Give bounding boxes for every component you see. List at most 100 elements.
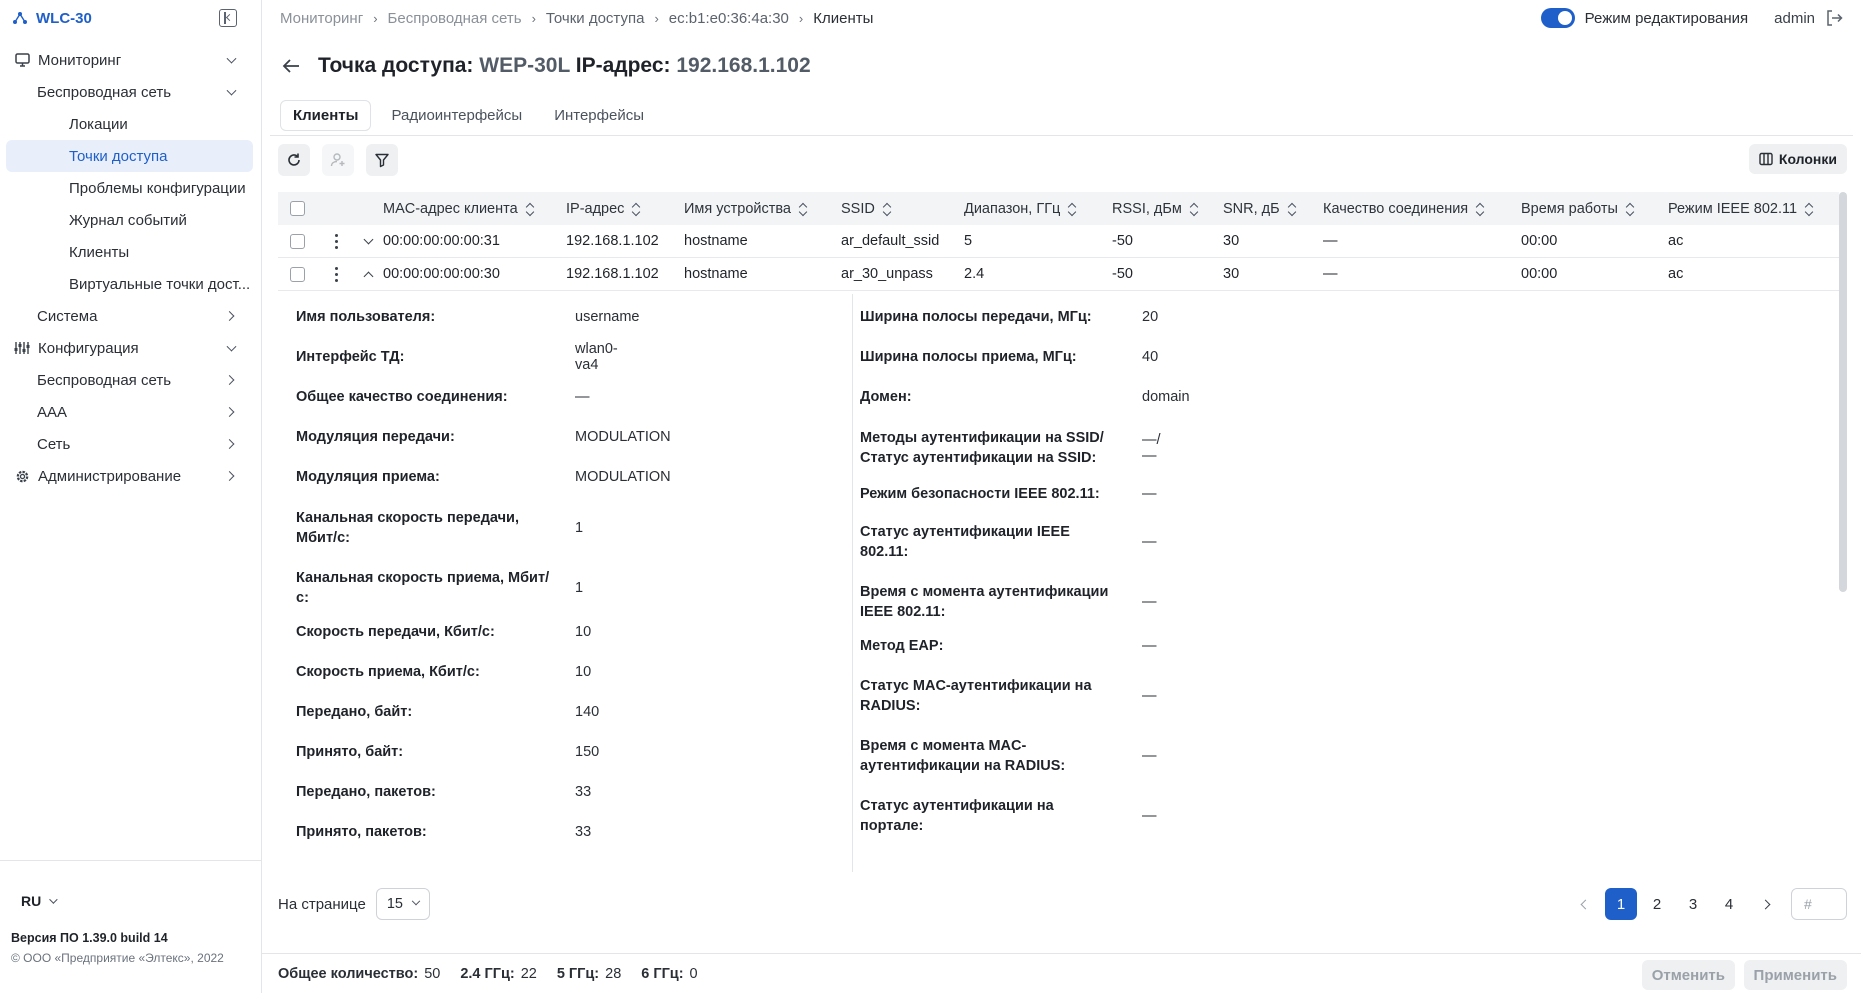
page-button-2[interactable]: 2 <box>1641 888 1673 920</box>
edit-mode-toggle[interactable] <box>1540 8 1575 28</box>
band-6-label: 6 ГГц: <box>641 965 684 982</box>
breadcrumb-ap-mac[interactable]: ec:b1:e0:36:4a:30 <box>669 10 789 27</box>
logout-icon[interactable] <box>1825 9 1843 27</box>
breadcrumb-monitoring[interactable]: Мониторинг <box>280 10 363 27</box>
detail-column-right: Ширина полосы передачи, МГц: 20 Ширина по… <box>860 294 1460 872</box>
apply-button[interactable]: Применить <box>1743 960 1847 990</box>
sidebar-item-administration[interactable]: Администрирование <box>6 460 253 492</box>
cancel-button[interactable]: Отменить <box>1641 960 1735 990</box>
header-mac[interactable]: MAC-адрес клиента <box>383 201 534 217</box>
breadcrumb-access-points[interactable]: Точки доступа <box>546 10 645 27</box>
collapse-sidebar-icon[interactable] <box>219 9 237 27</box>
row-checkbox[interactable] <box>290 234 305 249</box>
breadcrumb-wireless[interactable]: Беспроводная сеть <box>388 10 522 27</box>
gear-icon <box>14 468 30 484</box>
detail-label: Ширина полосы передачи, МГц: <box>860 309 1092 325</box>
user-menu[interactable]: admin <box>1774 9 1843 27</box>
header-uptime[interactable]: Время работы <box>1521 201 1634 217</box>
page-button-1[interactable]: 1 <box>1605 888 1637 920</box>
collapse-row-icon[interactable] <box>363 271 374 282</box>
row-menu-icon[interactable] <box>335 266 339 282</box>
cell-band: 5 <box>964 233 973 249</box>
refresh-button[interactable] <box>278 144 310 176</box>
detail-row: Модуляция приема: MODULATION <box>296 463 671 491</box>
add-client-button[interactable] <box>322 144 354 176</box>
detail-label: Скорость передачи, Кбит/с: <box>296 624 495 640</box>
sidebar-item-aaa[interactable]: AAA <box>6 396 253 428</box>
sidebar-item-label: Клиенты <box>69 243 130 261</box>
sidebar-item-label: Конфигурация <box>38 339 139 357</box>
row-menu-icon[interactable] <box>335 233 339 249</box>
language-select[interactable]: RU <box>11 893 250 909</box>
sidebar-item-label: AAA <box>37 403 68 421</box>
detail-value: — <box>1142 808 1157 824</box>
topbar: Мониторинг › Беспроводная сеть › Точки д… <box>262 0 1861 36</box>
breadcrumb: Мониторинг › Беспроводная сеть › Точки д… <box>280 10 873 27</box>
tab-radio-interfaces[interactable]: Радиоинтерфейсы <box>379 101 534 130</box>
detail-value: — <box>1142 486 1157 502</box>
brand-logo[interactable]: WLC-30 <box>12 10 92 27</box>
page-jump-input[interactable]: # <box>1791 888 1847 920</box>
software-version: Версия ПО 1.39.0 build 14 <box>11 931 168 945</box>
sidebar-item-system[interactable]: Система <box>6 300 253 332</box>
detail-value: 10 <box>575 664 592 680</box>
detail-row: Передано, байт: 140 <box>296 698 599 726</box>
sidebar-item-monitoring[interactable]: Мониторинг <box>6 44 253 76</box>
sidebar-item-network[interactable]: Сеть <box>6 428 253 460</box>
detail-value: —/— <box>1142 432 1161 464</box>
breadcrumb-separator-icon: › <box>798 10 804 26</box>
sidebar-item-label: Система <box>37 307 98 325</box>
table-row[interactable]: 00:00:00:00:00:30 192.168.1.102 hostname… <box>278 258 1839 291</box>
tab-interfaces[interactable]: Интерфейсы <box>542 101 656 130</box>
header-ip[interactable]: IP-адрес <box>566 201 640 217</box>
columns-button[interactable]: Колонки <box>1748 144 1847 174</box>
sidebar-item-config-wireless[interactable]: Беспроводная сеть <box>6 364 253 396</box>
header-band[interactable]: Диапазон, ГГц <box>964 201 1076 217</box>
header-label: RSSI, дБм <box>1112 200 1182 217</box>
detail-label: Статус аутентификации на портале: <box>860 798 1054 834</box>
sidebar-item-locations[interactable]: Локации <box>6 108 253 140</box>
prev-page-button[interactable] <box>1569 888 1601 920</box>
header-label: Режим IEEE 802.11 <box>1668 200 1798 217</box>
chevron-down-icon <box>226 53 237 64</box>
sort-icon <box>1476 203 1484 215</box>
table-scrollbar[interactable] <box>1839 192 1847 592</box>
page-button-3[interactable]: 3 <box>1677 888 1709 920</box>
sidebar-footer: RU Версия ПО 1.39.0 build 14 © ООО «Пред… <box>0 860 261 993</box>
table-row[interactable]: 00:00:00:00:00:31 192.168.1.102 hostname… <box>278 225 1839 258</box>
sidebar-item-virtual-aps[interactable]: Виртуальные точки дост... <box>6 268 253 300</box>
expand-row-icon[interactable] <box>363 234 374 245</box>
header-device-name[interactable]: Имя устройства <box>684 201 807 217</box>
next-page-button[interactable] <box>1749 888 1781 920</box>
back-arrow-icon[interactable] <box>280 55 302 77</box>
topbar-right: Режим редактирования admin <box>1540 8 1843 28</box>
header-ssid[interactable]: SSID <box>841 201 891 217</box>
user-name: admin <box>1774 9 1815 27</box>
detail-value: MODULATION <box>575 469 671 485</box>
title-prefix: Точка доступа: <box>318 54 474 77</box>
sidebar-item-wireless[interactable]: Беспроводная сеть <box>6 76 253 108</box>
row-checkbox[interactable] <box>290 267 305 282</box>
detail-row: Статус MAC-аутентификации на RADIUS: — <box>860 676 1157 716</box>
clients-table: MAC-адрес клиента IP-адрес Имя устройств… <box>278 192 1839 291</box>
sidebar-item-configuration[interactable]: Конфигурация <box>6 332 253 364</box>
header-quality[interactable]: Качество соединения <box>1323 201 1484 217</box>
copyright: © ООО «Предприятие «Элтекс», 2022 <box>11 951 224 965</box>
per-page-select[interactable]: 15 <box>375 888 430 920</box>
filter-button[interactable] <box>366 144 398 176</box>
cell-device-name: hostname <box>684 233 748 249</box>
header-snr[interactable]: SNR, дБ <box>1223 201 1296 217</box>
select-all-checkbox[interactable] <box>290 201 305 216</box>
header-ieee-mode[interactable]: Режим IEEE 802.11 <box>1668 201 1813 217</box>
refresh-icon <box>288 153 300 166</box>
main-area: Мониторинг › Беспроводная сеть › Точки д… <box>262 0 1861 993</box>
page-button-4[interactable]: 4 <box>1713 888 1745 920</box>
sidebar-item-event-log[interactable]: Журнал событий <box>6 204 253 236</box>
detail-value: domain <box>1142 389 1190 405</box>
sidebar-item-access-points[interactable]: Точки доступа <box>6 140 253 172</box>
sidebar-item-clients[interactable]: Клиенты <box>6 236 253 268</box>
tab-clients[interactable]: Клиенты <box>280 100 372 131</box>
edit-mode-label: Режим редактирования <box>1584 9 1749 27</box>
header-rssi[interactable]: RSSI, дБм <box>1112 201 1198 217</box>
sidebar-item-config-problems[interactable]: Проблемы конфигурации <box>6 172 253 204</box>
